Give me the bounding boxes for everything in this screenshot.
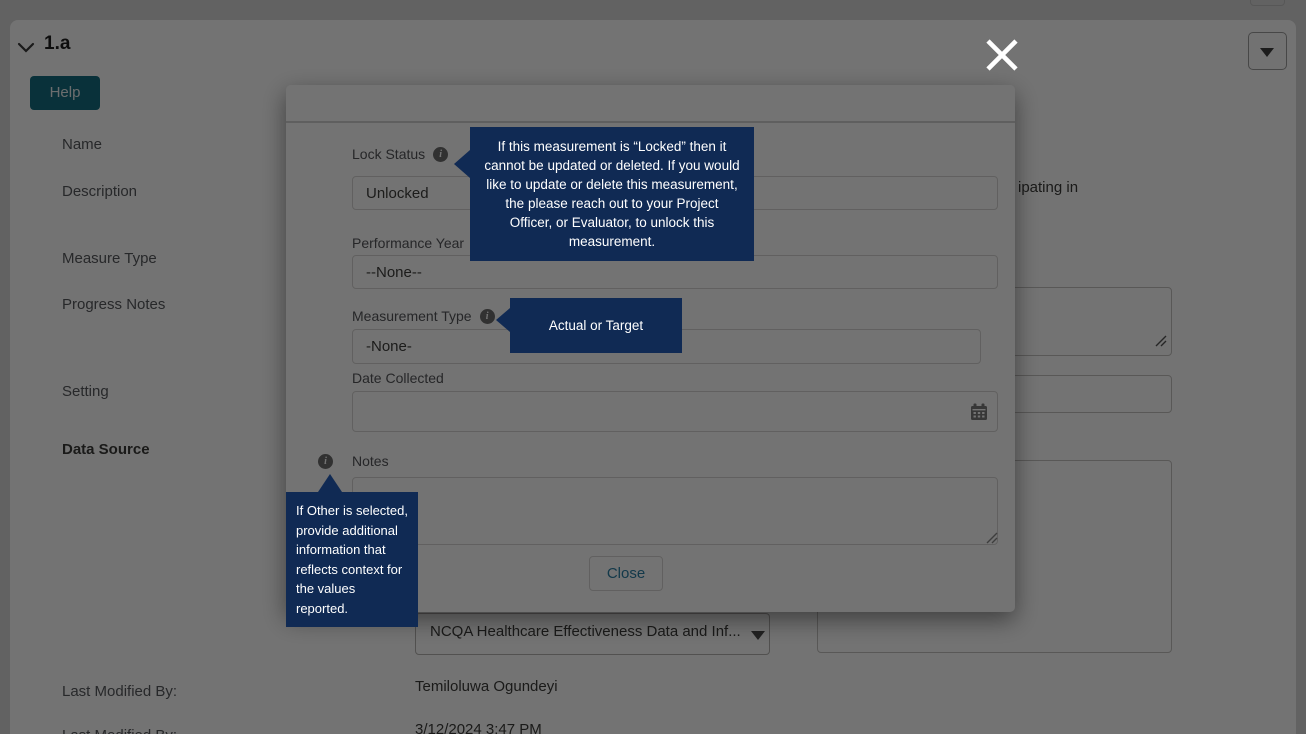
measurement-type-tooltip: Actual or Target bbox=[496, 298, 682, 353]
measurement-type-tooltip-text: Actual or Target bbox=[548, 318, 644, 333]
close-icon[interactable] bbox=[984, 37, 1020, 73]
notes-tooltip-text: If Other is selected, provide additional… bbox=[296, 503, 408, 616]
tooltip-arrow-left-icon bbox=[454, 150, 470, 178]
notes-tooltip: If Other is selected, provide additional… bbox=[286, 474, 418, 627]
screen: 1.a Help Name Description Measure Type P… bbox=[0, 0, 1306, 734]
modal-backdrop bbox=[0, 0, 1306, 734]
lock-status-tooltip: If this measurement is “Locked” then it … bbox=[454, 127, 754, 261]
tooltip-arrow-up-icon bbox=[318, 474, 342, 492]
lock-status-tooltip-text: If this measurement is “Locked” then it … bbox=[484, 139, 740, 249]
tooltip-arrow-left-icon bbox=[496, 308, 510, 332]
